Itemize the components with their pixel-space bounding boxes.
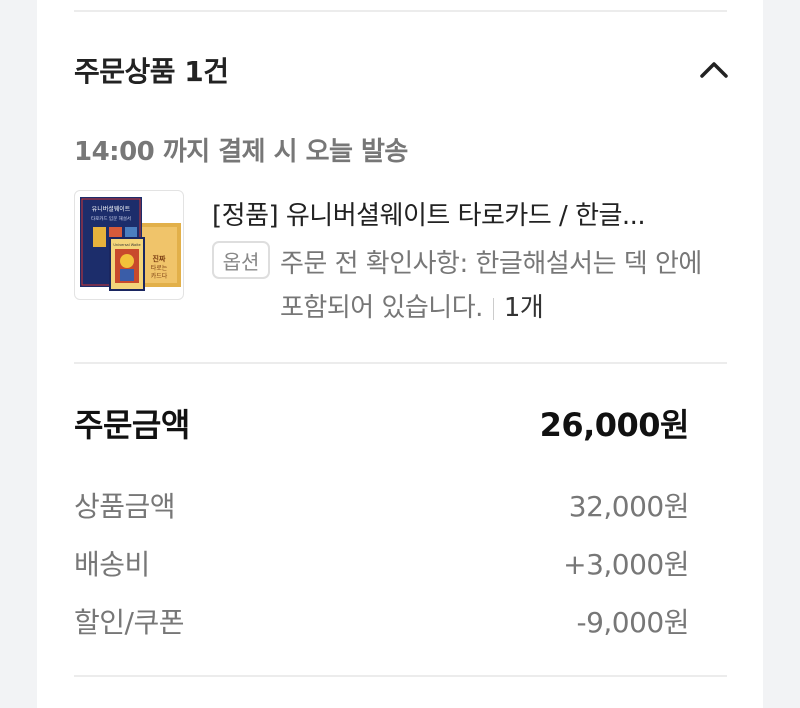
option-details: 주문 전 확인사항: 한글해설서는 덱 안에 포함되어 있습니다. 1개 <box>280 242 730 330</box>
thumbnail-gold-text: 진짜 <box>153 254 166 263</box>
thumbnail-gold-text-3: 카드다 <box>151 272 168 280</box>
shipping-notice: 14:00 까지 결제 시 오늘 발송 <box>74 137 408 167</box>
product-name[interactable]: [정품] 유니버셜웨이트 타로카드 / 한글... <box>212 195 732 232</box>
discount-label: 할인/쿠폰 <box>74 606 184 639</box>
thumbnail-card-title: Universal Waite <box>113 243 140 247</box>
option-separator <box>492 297 494 320</box>
subtotal-label: 상품금액 <box>74 490 176 523</box>
shipping-fee-value: +3,000원 <box>563 548 689 581</box>
subtotal-value: 32,000원 <box>568 490 690 523</box>
product-thumbnail[interactable]: 진짜 타로는 카드다 유니버셜웨이트 타로카드 입문 해설서 Universal… <box>74 190 184 300</box>
total-label: 주문금액 <box>74 406 190 444</box>
book-cover-image: 진짜 타로는 카드다 유니버셜웨이트 타로카드 입문 해설서 Universal… <box>80 197 181 291</box>
thumbnail-blue-subtitle: 타로카드 입문 해설서 <box>91 215 131 222</box>
quantity: 1개 <box>503 293 544 323</box>
chevron-up-icon[interactable] <box>697 54 731 84</box>
discount-value: -9,000원 <box>576 606 689 639</box>
option-badge: 옵션 <box>212 241 270 279</box>
thumbnail-blue-title: 유니버셜웨이트 <box>92 205 131 213</box>
order-items-title: 주문상품 1건 <box>74 55 229 88</box>
order-card: 주문상품 1건 14:00 까지 결제 시 오늘 발송 진짜 타로는 카드다 유… <box>37 0 763 708</box>
section-divider <box>74 362 727 364</box>
top-divider <box>74 10 727 12</box>
option-description: 주문 전 확인사항: 한글해설서는 덱 안에 포함되어 있습니다. <box>280 249 702 323</box>
bottom-divider <box>74 675 727 677</box>
thumbnail-gold-text-2: 타로는 <box>151 264 168 272</box>
shipping-fee-label: 배송비 <box>74 548 150 581</box>
total-value: 26,000원 <box>539 406 690 444</box>
